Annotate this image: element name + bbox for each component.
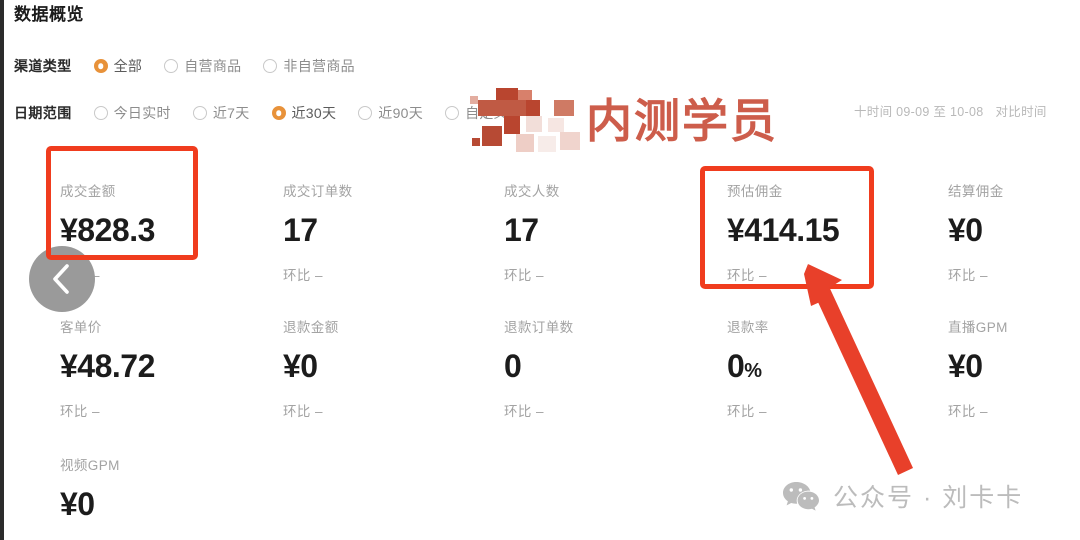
metric-value-number: ¥828.3 [60,212,155,248]
metric-delta: 环比 – [948,268,988,283]
metric-label: 退款率 [727,320,769,335]
metric-value-number: ¥48.72 [60,348,155,384]
metric-value: ¥0 [283,350,339,382]
metric-label: 成交人数 [504,184,560,199]
metric-value-number: ¥0 [948,212,983,248]
metric-delta: 环比 – [283,268,323,283]
metric-card: 直播GPM ¥0 环比 – [948,316,1008,420]
metric-delta: 环比 – [504,404,544,419]
metric-value: 17 [283,214,353,246]
metric-value-number: ¥0 [283,348,318,384]
metric-label: 预估佣金 [727,184,783,199]
metric-value-number: 17 [504,212,539,248]
metrics-grid: 成交金额 ¥828.3 环比 – 成交订单数 17 环比 – 成交人数 17 环比 – 预估佣金 ¥… [0,0,1080,540]
metric-label: 客单价 [60,320,102,335]
metric-card: 预估佣金 ¥414.15 环比 – [727,180,840,284]
metric-value-suffix: % [744,360,762,382]
metric-delta: 环比 – [60,404,100,419]
metric-value: ¥0 [948,350,1008,382]
metric-label: 视频GPM [60,458,120,473]
metric-card: 客单价 ¥48.72 环比 – [60,316,155,420]
metric-card: 视频GPM¥0环比 – [60,454,120,540]
metric-card: 成交订单数 17 环比 – [283,180,353,284]
metric-value-number: ¥0 [60,486,95,522]
metric-label: 成交金额 [60,184,116,199]
metric-label: 退款金额 [283,320,339,335]
chevron-left-icon [53,264,69,294]
metric-label: 直播GPM [948,320,1008,335]
metric-value-number: 0 [727,348,745,384]
metric-label: 成交订单数 [283,184,353,199]
metric-card: 退款订单数 0 环比 – [504,316,574,420]
metric-label: 退款订单数 [504,320,574,335]
metric-value: 0% [727,350,769,382]
metric-value: ¥0 [948,214,1004,246]
metric-value-number: ¥0 [948,348,983,384]
metric-value: 17 [504,214,560,246]
metric-delta: 环比 – [727,268,767,283]
metric-value: 0 [504,350,574,382]
metric-card: 成交人数 17 环比 – [504,180,560,284]
metric-value-number: 17 [283,212,318,248]
metric-value-number: 0 [504,348,522,384]
metric-value-number: ¥414.15 [727,212,840,248]
metric-delta: 环比 – [948,404,988,419]
metric-value: ¥48.72 [60,350,155,382]
metric-card: 退款率 0% 环比 – [727,316,769,420]
metric-delta: 环比 – [283,404,323,419]
metric-card: 结算佣金 ¥0 环比 – [948,180,1004,284]
metric-label: 结算佣金 [948,184,1004,199]
metric-delta: 环比 – [504,268,544,283]
metric-delta: 环比 – [727,404,767,419]
metric-value: ¥0 [60,488,120,520]
metric-value: ¥828.3 [60,214,155,246]
data-overview-page: 数据概览 渠道类型 全部 自营商品 非自营商品 日期范围 今日实时 近7天 近3… [0,0,1080,540]
metric-value: ¥414.15 [727,212,840,248]
collapse-sidebar-button[interactable] [29,246,95,312]
metric-card: 退款金额 ¥0 环比 – [283,316,339,420]
